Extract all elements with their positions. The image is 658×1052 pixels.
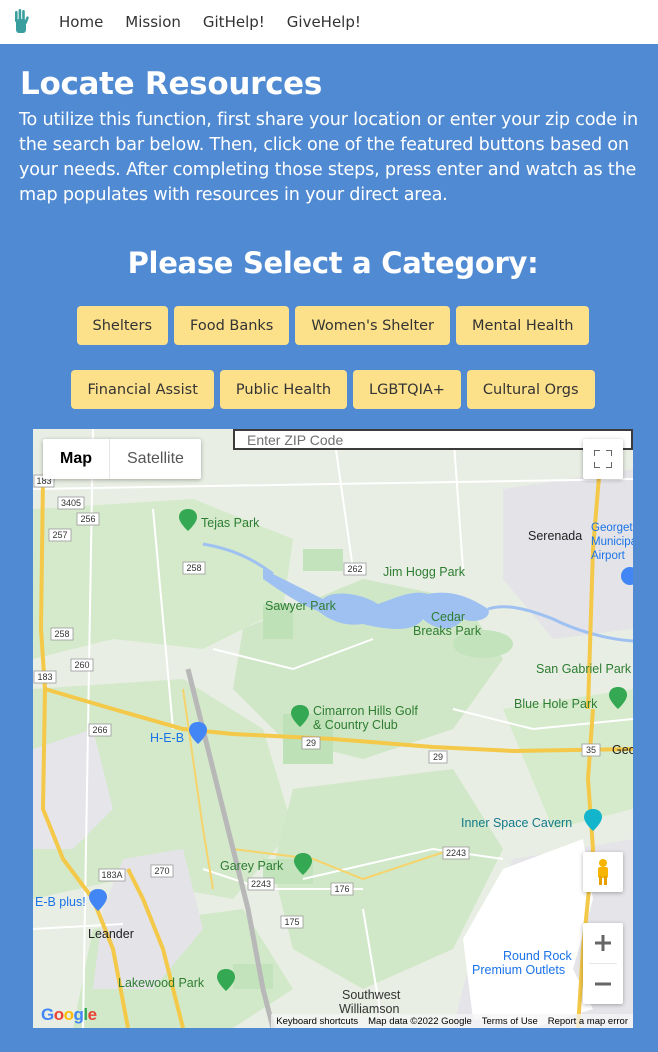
lgbtqia-button[interactable]: LGBTQIA+: [353, 370, 461, 409]
road-label: 258: [54, 629, 69, 639]
zip-code-input[interactable]: [233, 429, 633, 450]
round-rock-label-2: Premium Outlets: [472, 963, 566, 977]
public-health-button[interactable]: Public Health: [219, 370, 348, 409]
road-label: 256: [80, 514, 95, 524]
garey-park-label: Garey Park: [220, 859, 284, 873]
navbar: Home Mission GitHelp! GiveHelp!: [0, 0, 658, 44]
road-label: 183A: [101, 870, 122, 880]
san-gabriel-park-label: San Gabriel Park: [536, 662, 632, 676]
cimarron-label-2: & Country Club: [313, 718, 398, 732]
road-label: 35: [586, 745, 596, 755]
zoom-out-button[interactable]: [583, 964, 623, 1004]
leander-label: Leander: [88, 927, 134, 941]
nav-givehelp-link[interactable]: GiveHelp!: [287, 13, 361, 31]
road-label: 183: [37, 672, 52, 682]
serenada-label: Serenada: [528, 529, 583, 543]
food-banks-button[interactable]: Food Banks: [174, 306, 290, 345]
blue-hole-park-label: Blue Hole Park: [514, 697, 598, 711]
category-row-1: Shelters Food Banks Women's Shelter Ment…: [0, 306, 658, 345]
heb-plus-label: E-B plus!: [35, 895, 86, 909]
plus-icon: [595, 935, 611, 951]
category-heading: Please Select a Category:: [127, 246, 539, 280]
zoom-in-button[interactable]: [583, 923, 623, 963]
cultural-orgs-button[interactable]: Cultural Orgs: [466, 370, 595, 409]
road-label: 266: [92, 725, 107, 735]
road-label: 29: [306, 738, 316, 748]
road-label: 258: [186, 563, 201, 573]
cimarron-label-1: Cimarron Hills Golf: [313, 704, 418, 718]
road-label: 3405: [61, 498, 81, 508]
hand-logo-icon[interactable]: [12, 8, 34, 36]
keyboard-shortcuts-link[interactable]: Keyboard shortcuts: [271, 1016, 363, 1027]
sawyer-park-label: Sawyer Park: [265, 599, 336, 613]
report-map-error-link[interactable]: Report a map error: [543, 1016, 633, 1027]
terms-of-use-link[interactable]: Terms of Use: [477, 1016, 543, 1027]
shelters-button[interactable]: Shelters: [76, 306, 168, 345]
road-label: 262: [347, 564, 362, 574]
nav-home-link[interactable]: Home: [59, 13, 103, 31]
category-row-2: Financial Assist Public Health LGBTQIA+ …: [0, 370, 658, 409]
womens-shelter-button[interactable]: Women's Shelter: [295, 306, 451, 345]
road-label: 260: [74, 660, 89, 670]
nav-githelp-link[interactable]: GitHelp!: [203, 13, 265, 31]
jim-hogg-park-label: Jim Hogg Park: [383, 565, 465, 579]
minus-icon: [595, 982, 611, 986]
map-type-control: Map Satellite: [43, 439, 201, 479]
map-footer: Keyboard shortcuts Map data ©2022 Google…: [271, 1014, 633, 1028]
round-rock-label-1: Round Rock: [503, 949, 572, 963]
road-label: 2243: [446, 848, 466, 858]
zoom-control: [583, 923, 623, 1004]
street-view-pegman-button[interactable]: [583, 852, 623, 892]
mental-health-button[interactable]: Mental Health: [456, 306, 590, 345]
road-label: 175: [284, 917, 299, 927]
cedar-breaks-label-2: Breaks Park: [413, 624, 482, 638]
financial-assist-button[interactable]: Financial Assist: [71, 370, 214, 409]
cedar-breaks-label-1: Cedar: [431, 610, 466, 624]
inner-space-cavern-label: Inner Space Cavern: [461, 816, 573, 830]
georgetown-airport-label: Georgetown Municipal Airport: [591, 522, 633, 562]
page-title: Locate Resources: [20, 66, 323, 102]
nav-mission-link[interactable]: Mission: [125, 13, 181, 31]
google-logo[interactable]: Google: [41, 1005, 97, 1025]
road-label: 176: [334, 884, 349, 894]
fullscreen-icon: [594, 450, 612, 468]
tejas-park-label: Tejas Park: [201, 516, 260, 530]
georgetown-label: Georget: [612, 743, 633, 757]
pegman-icon: [598, 859, 608, 885]
heb-label: H-E-B: [150, 731, 185, 745]
map-type-map-button[interactable]: Map: [43, 439, 110, 479]
lakewood-park-label: Lakewood Park: [118, 976, 205, 990]
road-label: 257: [52, 530, 67, 540]
fullscreen-button[interactable]: [583, 439, 623, 479]
map-data-text: Map data ©2022 Google: [368, 1015, 472, 1027]
road-label: 2243: [251, 879, 271, 889]
southwest-label-1: Southwest: [342, 988, 401, 1002]
road-label: 270: [154, 866, 169, 876]
road-label: 29: [433, 752, 443, 762]
resource-map[interactable]: 183 3405 256 257 258 262 258 260 183 266…: [33, 429, 633, 1028]
map-type-satellite-button[interactable]: Satellite: [110, 439, 201, 479]
intro-text: To utilize this function, first share yo…: [19, 110, 638, 205]
